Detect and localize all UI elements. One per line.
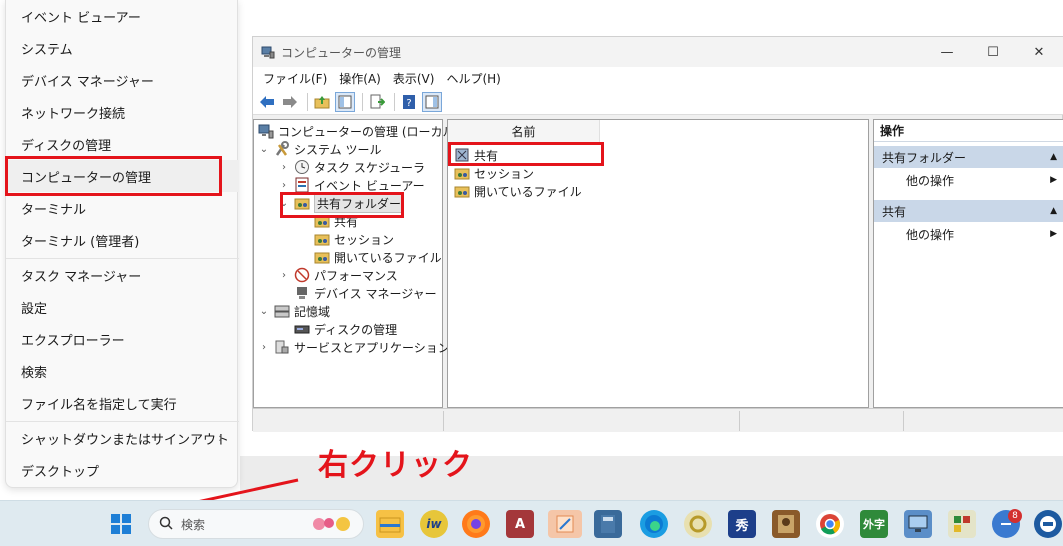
notification-badge: 8 [1008,509,1022,523]
app-vpn-icon[interactable] [1034,510,1062,538]
chrome-icon[interactable] [816,510,844,538]
search-highlight-icon [309,514,353,537]
gaiji-editor-icon[interactable]: 外字 [860,510,888,538]
app-portrait-icon[interactable] [772,510,800,538]
windows-start-icon[interactable] [107,510,135,538]
taskbar-search[interactable]: 検索 [148,509,364,539]
snipping-tool-icon[interactable] [548,510,582,538]
taskbar: 検索 iw A 秀 外字 8 [0,500,1063,546]
annotation-arrow [141,478,299,516]
file-explorer-icon[interactable] [376,510,404,538]
search-placeholder: 検索 [181,517,206,532]
firefox-icon[interactable] [462,510,490,538]
access-icon[interactable]: A [506,510,534,538]
calculator-icon[interactable] [594,510,622,538]
annotation-text: 右クリック [318,448,473,483]
app-ring-icon[interactable] [684,510,712,538]
app-hide-icon[interactable]: 秀 [728,510,756,538]
app-blocks-icon[interactable] [948,510,976,538]
app-iw-icon[interactable]: iw [420,510,448,538]
search-icon [159,516,173,533]
edge-icon[interactable] [640,510,668,538]
remote-desktop-icon[interactable] [904,510,932,538]
